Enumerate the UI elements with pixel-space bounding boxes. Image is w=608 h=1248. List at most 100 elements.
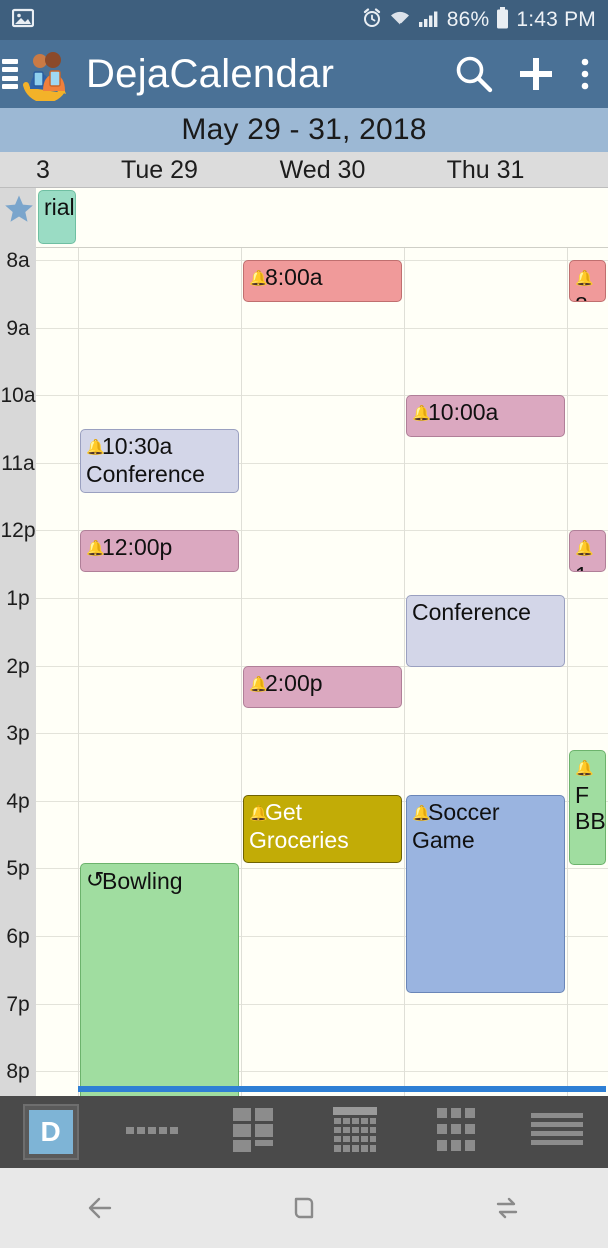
hour-label: 3p — [6, 722, 30, 746]
reminder-bell-icon: 🔔 — [575, 540, 594, 558]
hour-gridline — [36, 327, 608, 329]
today-indicator-line — [78, 1086, 606, 1092]
day-gridline — [404, 188, 405, 1096]
day-header-partial-4[interactable] — [567, 152, 608, 188]
selected-view-indicator: D — [22, 1104, 79, 1160]
day-header-row: 3 Tue 29 Wed 30 Thu 31 — [0, 152, 608, 188]
view-month[interactable] — [304, 1096, 405, 1168]
event-1030am-conference[interactable]: 🔔10:30a Conference — [80, 429, 239, 494]
event-2pm-wed[interactable]: 🔔2:00p — [243, 665, 402, 708]
date-range-label: May 29 - 31, 2018 — [181, 113, 427, 146]
hour-label: 9a — [6, 316, 30, 340]
reminder-bell-icon: 🔔 — [249, 805, 268, 823]
event-title: 10:30a — [102, 433, 173, 459]
event-soccer-game[interactable]: 🔔Soccer Game — [406, 795, 565, 994]
app-logo-icon — [20, 47, 74, 103]
view-agenda[interactable] — [405, 1096, 506, 1168]
day-gridline — [241, 188, 242, 1096]
event-title: Conference — [412, 598, 531, 625]
status-bar: 86% 1:43 PM — [0, 0, 608, 40]
day-header-tue-29[interactable]: Tue 29 — [78, 152, 241, 188]
hour-label: 7p — [6, 992, 30, 1016]
date-range-header[interactable]: May 29 - 31, 2018 — [0, 108, 608, 152]
image-icon — [11, 8, 35, 32]
hour-label: 2p — [6, 654, 30, 678]
alarm-icon — [362, 8, 382, 32]
wifi-icon — [389, 9, 411, 32]
event-conference-thu[interactable]: Conference — [406, 594, 565, 667]
reminder-bell-icon: 🔔 — [86, 540, 105, 558]
view-week[interactable] — [203, 1096, 304, 1168]
signal-icon — [418, 9, 440, 32]
add-icon[interactable] — [512, 50, 560, 98]
month-calendar-icon — [332, 1106, 378, 1159]
hour-label: 6p — [6, 925, 30, 948]
event-title: rial — [44, 194, 75, 220]
agenda-grid-icon — [436, 1107, 476, 1158]
status-clock: 1:43 PM — [516, 8, 596, 31]
letter-d-icon: D — [28, 1110, 73, 1154]
all-day-row[interactable]: rial — [36, 188, 608, 248]
overflow-menu-icon[interactable] — [574, 50, 596, 98]
reminder-bell-icon: 🔔 — [86, 439, 105, 456]
day-header-3[interactable]: 3 — [36, 152, 78, 188]
time-gutter: 8a 9a 10a 11a 12p 1p 2p 3p 4p 5p 6p 7p 8p — [0, 188, 36, 1096]
reminder-bell-icon: 🔔 — [412, 405, 431, 423]
event-title: Bowling — [102, 867, 183, 894]
hour-label: 4p — [6, 789, 30, 813]
event-title: 1 — [575, 562, 588, 571]
all-day-event[interactable]: rial — [38, 190, 76, 244]
day-header-wed-30[interactable]: Wed 30 — [241, 152, 404, 188]
back-arrow-icon[interactable] — [0, 1186, 203, 1230]
event-title: 12:00p — [102, 534, 173, 561]
event-10am-thu[interactable]: 🔔10:00a — [406, 395, 565, 438]
day-header-label: 3 — [36, 155, 50, 184]
event-12pm-next[interactable]: 🔔1 — [569, 530, 606, 573]
hour-label: 5p — [6, 857, 30, 881]
event-title: 2:00p — [265, 669, 323, 696]
calendar-app-screen: 86% 1:43 PM DejaCalendar May 29 - 31, 20… — [0, 0, 608, 1248]
home-square-icon[interactable] — [203, 1186, 406, 1230]
view-list[interactable] — [507, 1096, 608, 1168]
star-icon[interactable] — [4, 194, 34, 224]
reminder-bell-icon: 🔔 — [249, 270, 268, 287]
day-header-label: Tue 29 — [121, 155, 198, 184]
event-title: 10:00a — [428, 399, 499, 426]
day-gridline — [567, 188, 568, 1096]
event-get-groceries[interactable]: 🔔Get Groceries — [243, 795, 402, 863]
battery-icon — [496, 7, 509, 33]
event-title: 8:00a — [265, 264, 323, 290]
recents-icon[interactable] — [405, 1186, 608, 1230]
event-bowling[interactable]: ↺Bowling — [80, 862, 239, 1096]
day-header-label: Thu 31 — [446, 155, 525, 184]
event-bbq-next[interactable]: 🔔 FBBQ — [569, 750, 606, 865]
grid-canvas[interactable]: rial 🔔8:00a🔔8🔔10:30aConference🔔10:00a🔔12… — [36, 188, 608, 1096]
day-gridline — [78, 188, 79, 1096]
week-grid-icon — [232, 1107, 274, 1158]
recurring-icon: ↺ — [86, 866, 105, 892]
reminder-bell-icon: 🔔 — [575, 760, 594, 778]
battery-percent-label: 86% — [446, 8, 490, 31]
search-icon[interactable] — [450, 50, 498, 98]
few-days-icon — [124, 1110, 180, 1155]
event-8am-next[interactable]: 🔔8 — [569, 260, 606, 302]
reminder-bell-icon: 🔔 — [249, 675, 268, 693]
view-day[interactable]: D — [0, 1096, 101, 1168]
hour-label: 8a — [6, 249, 30, 272]
event-title: F — [575, 782, 590, 809]
view-fewdays[interactable] — [101, 1096, 202, 1168]
view-mode-bar[interactable]: D — [0, 1096, 608, 1168]
hour-label: 11a — [1, 451, 35, 475]
event-subtitle: Conference — [86, 461, 205, 487]
hour-gridline — [36, 733, 608, 735]
calendar-grid[interactable]: rial 🔔8:00a🔔8🔔10:30aConference🔔10:00a🔔12… — [0, 188, 608, 1096]
event-8am-wed[interactable]: 🔔8:00a — [243, 260, 402, 302]
event-title: 8 — [575, 292, 588, 301]
hour-label: 12p — [0, 519, 36, 543]
event-12pm-tue[interactable]: 🔔12:00p — [80, 530, 239, 573]
hour-label: 10a — [0, 384, 36, 408]
hamburger-menu-icon[interactable] — [2, 59, 18, 89]
reminder-bell-icon: 🔔 — [575, 270, 594, 287]
list-lines-icon — [530, 1110, 584, 1155]
day-header-thu-31[interactable]: Thu 31 — [404, 152, 567, 188]
